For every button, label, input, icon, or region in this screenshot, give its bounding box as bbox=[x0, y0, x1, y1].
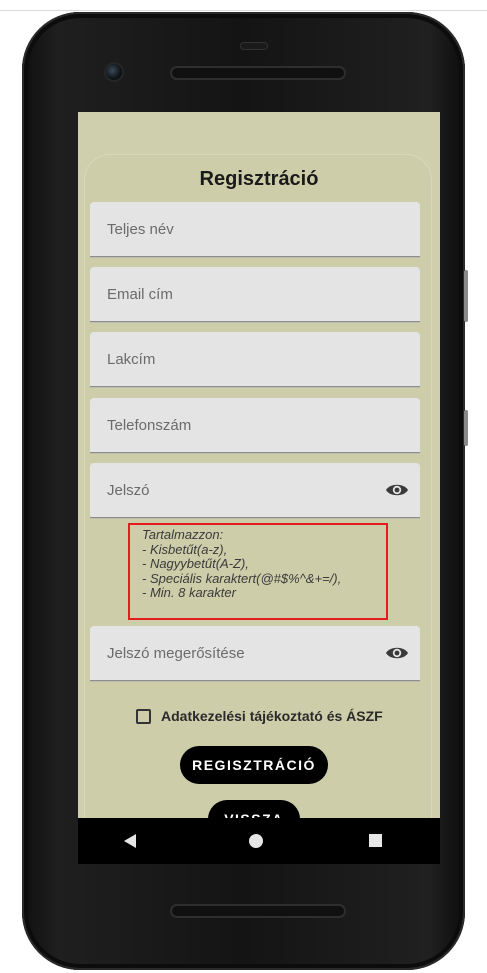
app-screen: Regisztráció Teljes név Email cím Lakcím… bbox=[78, 112, 440, 818]
password-field[interactable]: Jelszó bbox=[90, 463, 420, 518]
bottom-speaker bbox=[172, 906, 344, 916]
back-triangle-icon[interactable] bbox=[124, 834, 136, 848]
recents-square-icon[interactable] bbox=[369, 834, 382, 847]
password-confirm-placeholder: Jelszó megerősítése bbox=[107, 645, 245, 662]
address-field[interactable]: Lakcím bbox=[90, 332, 420, 387]
terms-row: Adatkezelési tájékoztató és ÁSZF bbox=[136, 706, 383, 726]
home-circle-icon[interactable] bbox=[249, 834, 263, 848]
terms-checkbox[interactable] bbox=[136, 708, 151, 724]
hint-line: - Nagyybetűt(A-Z), bbox=[142, 556, 249, 571]
earpiece-speaker bbox=[172, 68, 344, 78]
front-camera-icon bbox=[106, 64, 122, 80]
email-placeholder: Email cím bbox=[107, 286, 173, 303]
page-title: Regisztráció bbox=[199, 168, 319, 190]
back-button[interactable]: VISSZA bbox=[208, 800, 300, 818]
full-name-field[interactable]: Teljes név bbox=[90, 202, 420, 257]
hint-line: - Min. 8 karakter bbox=[142, 585, 236, 600]
password-requirements: Tartalmazzon: - Kisbetűt(a-z), - Nagyybe… bbox=[128, 523, 388, 620]
phone-placeholder: Telefonszám bbox=[107, 417, 192, 434]
proximity-sensor bbox=[241, 43, 267, 49]
hint-line: - Speciális karaktert(@#$%^&+=/), bbox=[142, 570, 342, 586]
volume-button bbox=[464, 410, 468, 446]
eye-icon[interactable] bbox=[385, 642, 409, 664]
terms-label[interactable]: Adatkezelési tájékoztató és ÁSZF bbox=[161, 708, 383, 724]
password-confirm-field[interactable]: Jelszó megerősítése bbox=[90, 626, 420, 681]
address-placeholder: Lakcím bbox=[107, 351, 156, 368]
eye-icon[interactable] bbox=[385, 479, 409, 501]
full-name-placeholder: Teljes név bbox=[107, 221, 174, 238]
power-button bbox=[464, 270, 468, 322]
hint-line: - Kisbetűt(a-z), bbox=[142, 541, 228, 557]
hint-line: Tartalmazzon: bbox=[142, 527, 224, 542]
android-nav-bar bbox=[78, 818, 440, 864]
phone-field[interactable]: Telefonszám bbox=[90, 398, 420, 453]
password-placeholder: Jelszó bbox=[107, 482, 150, 499]
top-divider bbox=[0, 10, 487, 11]
register-button[interactable]: REGISZTRÁCIÓ bbox=[180, 746, 328, 784]
email-field[interactable]: Email cím bbox=[90, 267, 420, 322]
